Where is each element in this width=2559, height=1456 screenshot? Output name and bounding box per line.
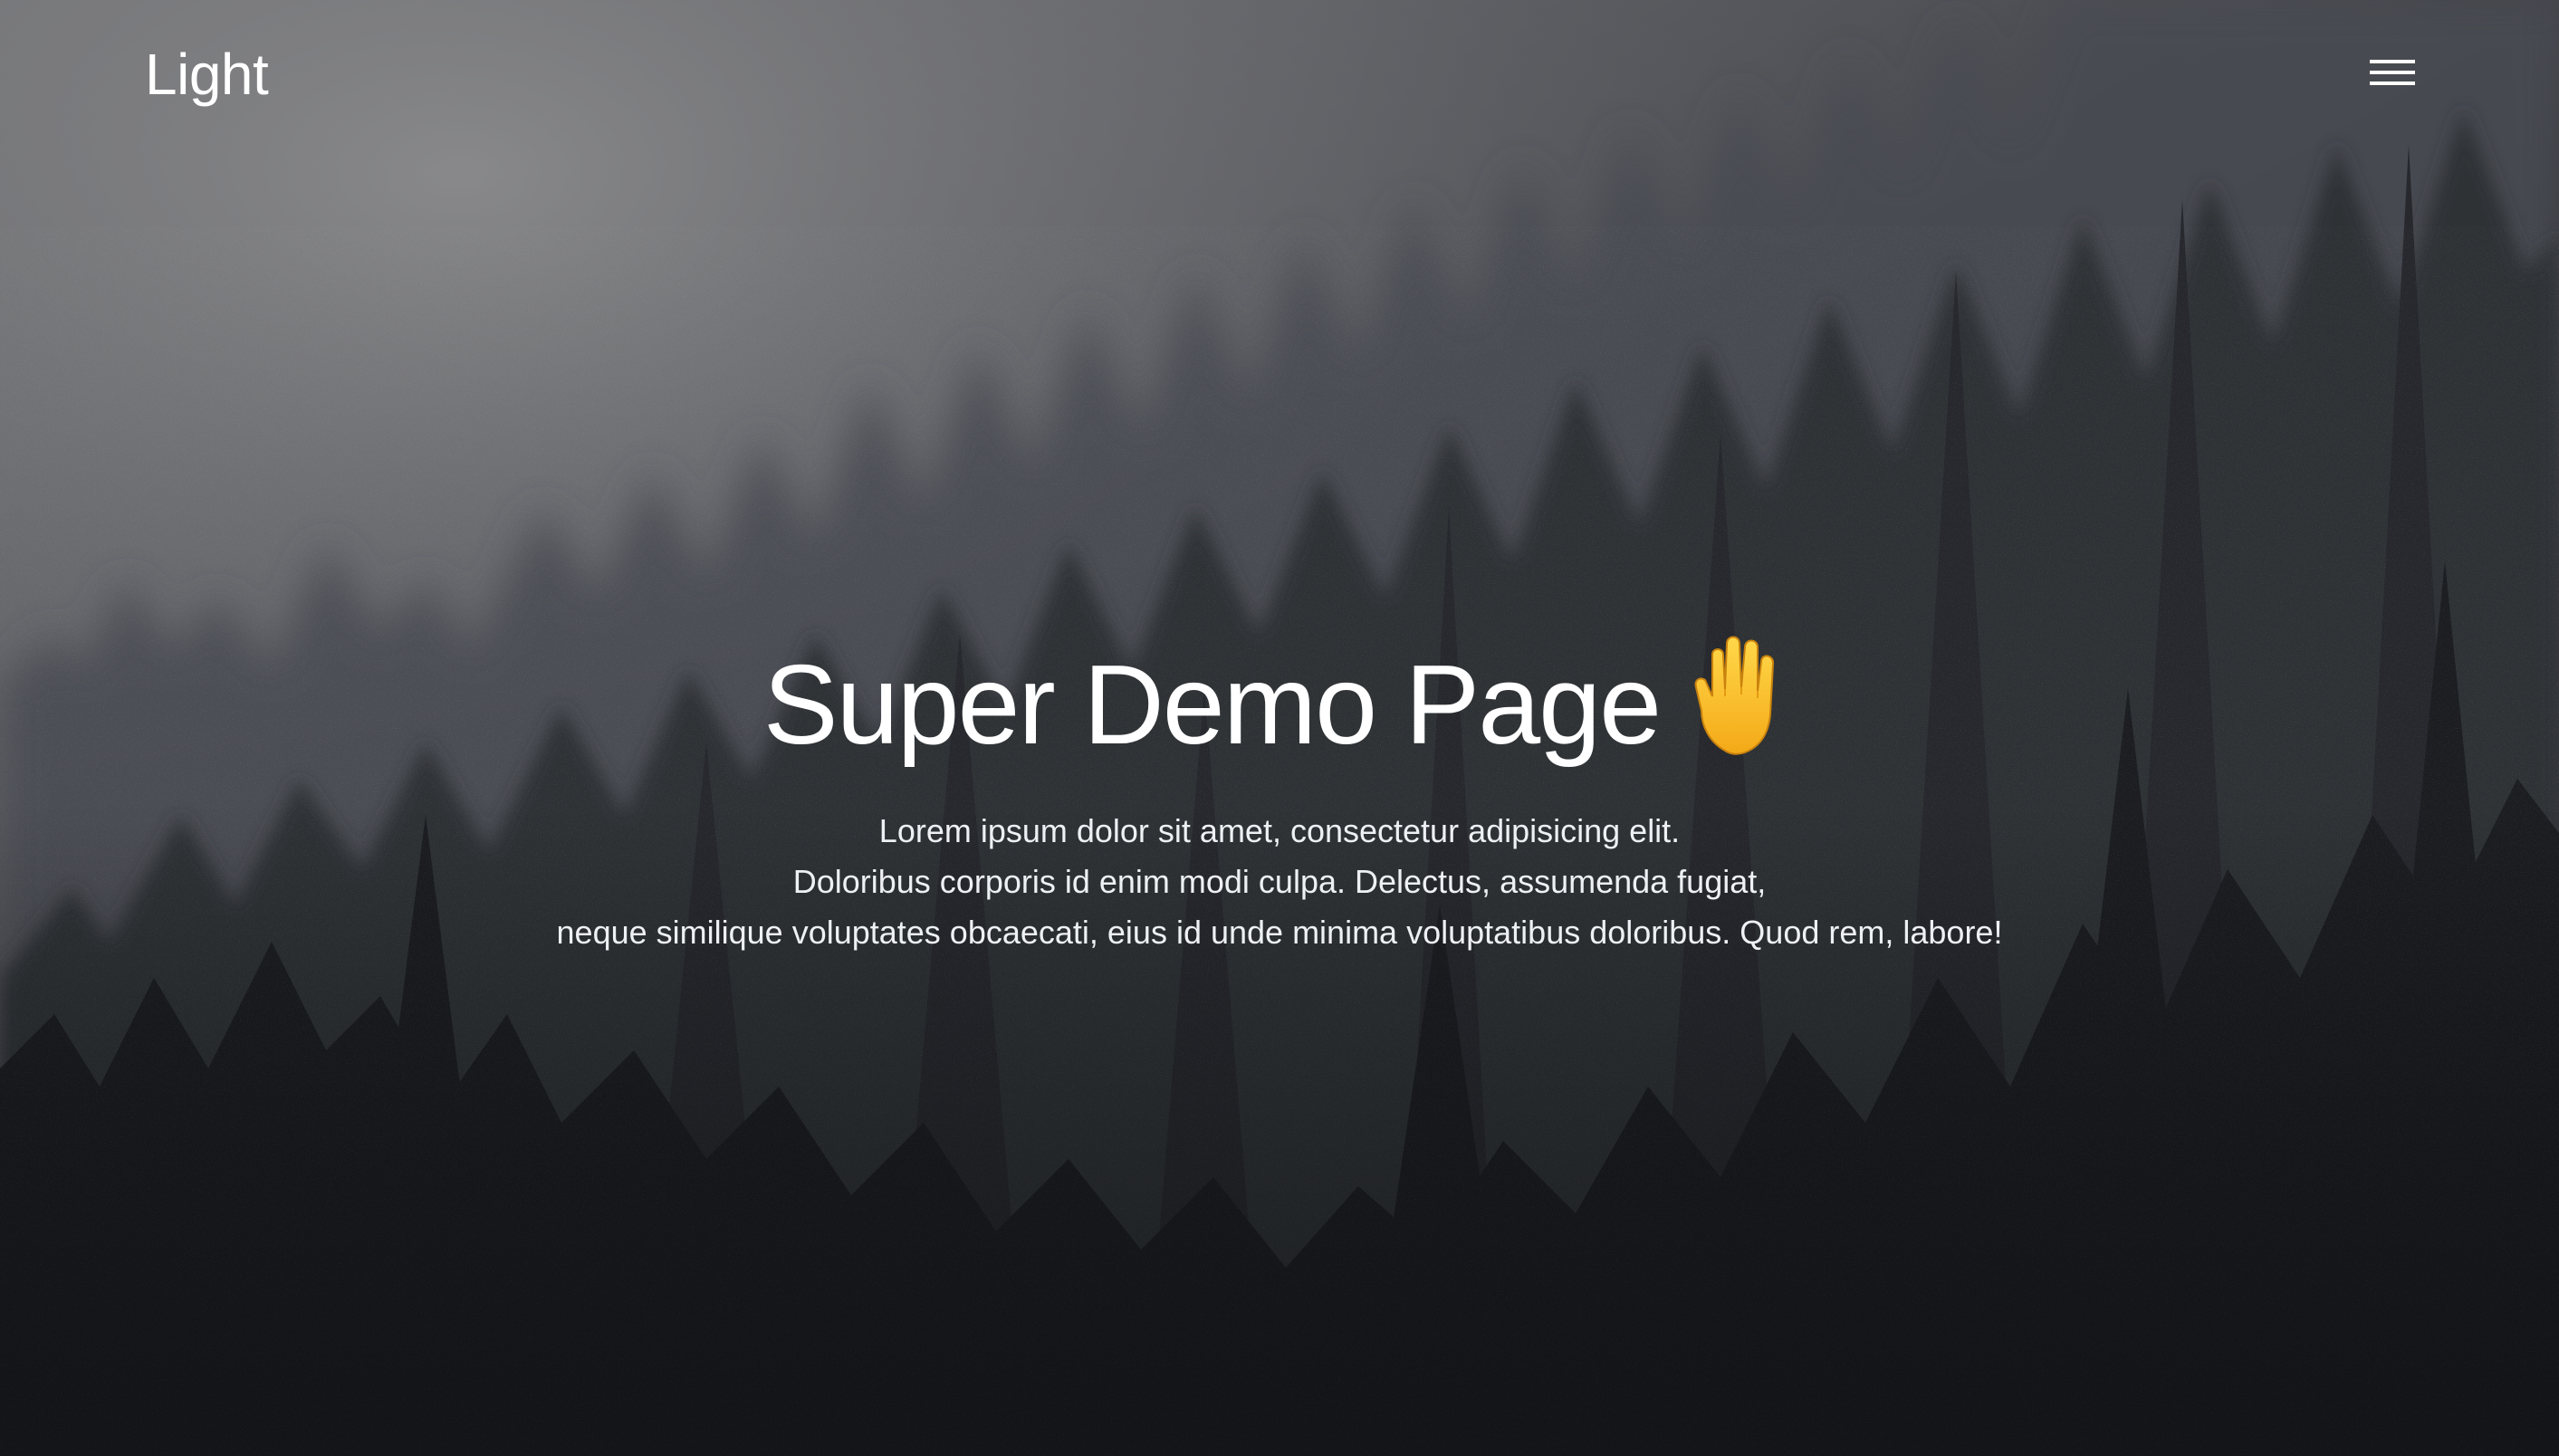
site-header: Light bbox=[0, 0, 2559, 154]
hero-description-line: Lorem ipsum dolor sit amet, consectetur … bbox=[878, 812, 1681, 849]
hero-section: Super Demo Page Lorem ipsum dolor sit am… bbox=[0, 625, 2559, 958]
raised-hand-icon bbox=[1694, 636, 1775, 755]
hamburger-menu-icon bbox=[2370, 60, 2415, 63]
brand-logo[interactable]: Light bbox=[145, 38, 269, 110]
hero-title-row: Super Demo Page bbox=[0, 625, 2559, 786]
hero-description-line: neque similique voluptates obcaecati, ei… bbox=[556, 914, 2003, 951]
hero-title: Super Demo Page bbox=[762, 643, 1662, 768]
menu-button[interactable] bbox=[2354, 45, 2430, 100]
hero-description: Lorem ipsum dolor sit amet, consectetur … bbox=[0, 806, 2559, 958]
hero-description-line: Doloribus corporis id enim modi culpa. D… bbox=[792, 863, 1767, 900]
landing-page: Light Super Demo Page Lorem ipsum dolor … bbox=[0, 0, 2559, 1456]
